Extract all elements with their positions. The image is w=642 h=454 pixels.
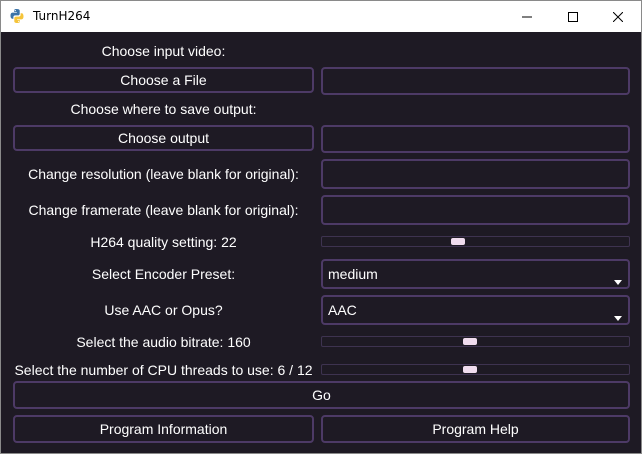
bitrate-slider[interactable] [321, 336, 630, 347]
close-button[interactable] [595, 1, 641, 32]
threads-slider[interactable] [321, 364, 630, 375]
chevron-down-icon [614, 272, 622, 288]
output-label: Choose where to save output: [70, 101, 257, 117]
preset-select[interactable]: medium [321, 259, 630, 289]
title-bar[interactable]: TurnH264 [1, 1, 641, 32]
bitrate-label: Select the audio bitrate: 160 [76, 334, 251, 350]
audio-codec-selected-value: AAC [328, 302, 357, 318]
choose-output-button[interactable]: Choose output [13, 125, 314, 151]
threads-label: Select the number of CPU threads to use:… [14, 362, 313, 378]
framerate-field[interactable] [321, 195, 630, 225]
close-icon [613, 11, 623, 22]
maximize-button[interactable] [550, 1, 596, 32]
minimize-icon [522, 12, 532, 22]
app-window: TurnH264 Choose input video: Choose a Fi… [0, 0, 642, 454]
framerate-label: Change framerate (leave blank for origin… [28, 202, 299, 218]
chevron-down-icon [614, 308, 622, 324]
input-video-label: Choose input video: [101, 43, 226, 59]
resolution-label: Change resolution (leave blank for origi… [28, 166, 299, 182]
audio-codec-label: Use AAC or Opus? [104, 302, 223, 318]
quality-slider[interactable] [321, 236, 630, 247]
python-icon [9, 8, 25, 24]
quality-label: H264 quality setting: 22 [90, 234, 237, 250]
quality-slider-thumb[interactable] [451, 238, 465, 245]
minimize-button[interactable] [504, 1, 550, 32]
choose-file-button[interactable]: Choose a File [13, 67, 314, 93]
output-path-field[interactable] [321, 125, 630, 153]
threads-slider-thumb[interactable] [463, 366, 477, 373]
main-panel: Choose input video: Choose a File Choose… [1, 32, 641, 453]
preset-label: Select Encoder Preset: [91, 266, 236, 282]
input-path-field[interactable] [321, 67, 630, 95]
window-title: TurnH264 [33, 9, 91, 23]
preset-selected-value: medium [328, 266, 378, 282]
resolution-field[interactable] [321, 159, 630, 189]
bitrate-slider-thumb[interactable] [463, 338, 477, 345]
program-information-button[interactable]: Program Information [13, 415, 314, 443]
go-button[interactable]: Go [13, 381, 630, 409]
program-help-button[interactable]: Program Help [321, 415, 630, 443]
audio-codec-select[interactable]: AAC [321, 295, 630, 325]
maximize-icon [568, 11, 578, 22]
